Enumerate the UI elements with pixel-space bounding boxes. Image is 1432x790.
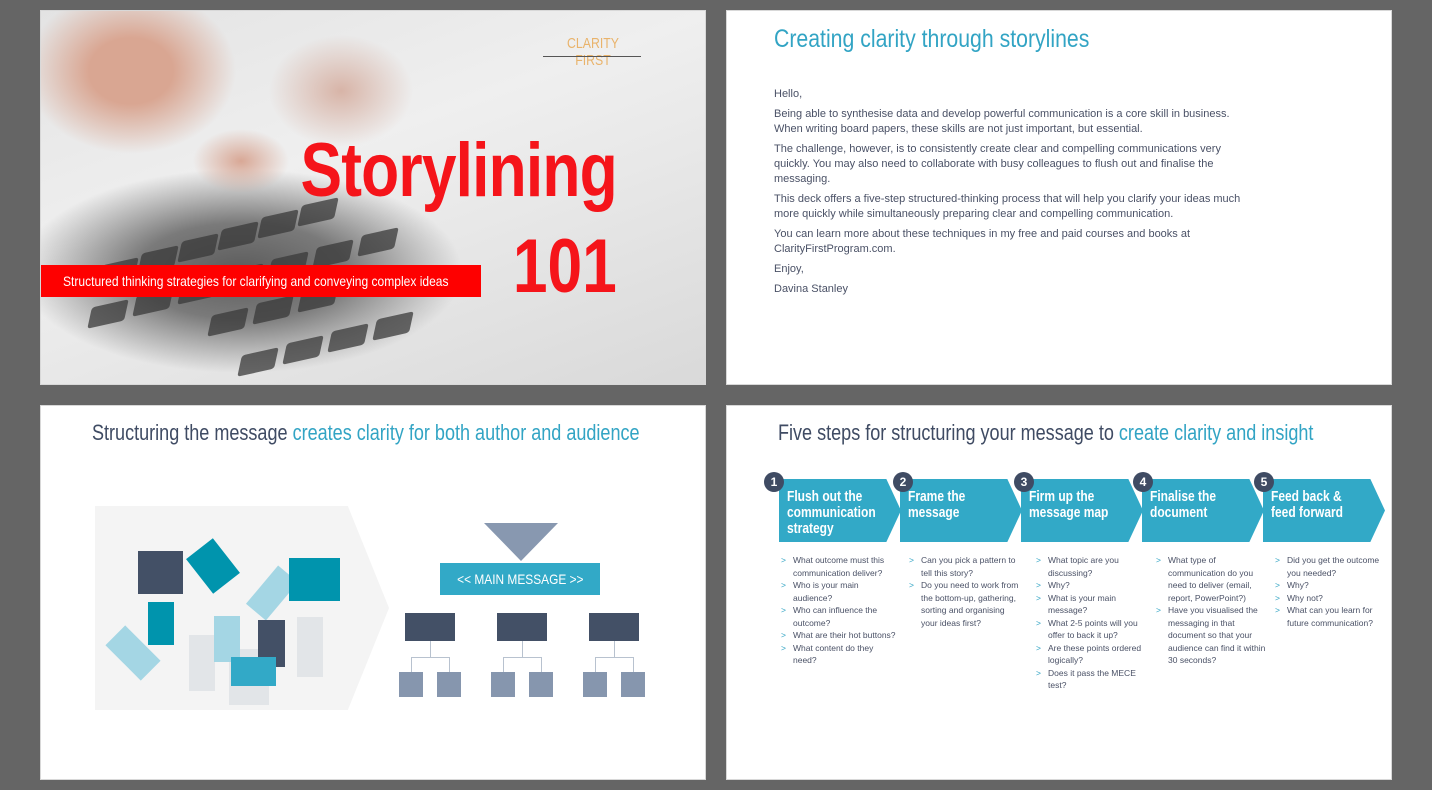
question: Why not? [1273,592,1385,605]
step-number-badge: 4 [1133,472,1153,492]
hierarchy-box [497,613,547,641]
question: Can you pick a pattern to tell this stor… [907,554,1022,579]
question: Do you need to work from the bottom-up, … [907,579,1022,629]
step-number-badge: 5 [1254,472,1274,492]
step-3-questions: What topic are you discussing? Why? What… [1034,554,1144,692]
step-label: Finalise the document [1150,488,1217,521]
question: What type of communication do you need t… [1154,554,1266,604]
scattered-box [138,551,183,594]
slide-intro[interactable]: Creating clarity through storylines Hell… [726,10,1392,385]
step-label: Feed back & feed forward [1271,488,1344,521]
question: What outcome must this communication del… [779,554,897,579]
connector [595,657,634,658]
down-triangle [484,523,558,561]
brand-logo: CLARITY FIRST [567,35,619,69]
sub-box [399,672,423,697]
question: Why? [1034,579,1144,592]
connector [522,641,523,657]
scattered-box [189,635,215,691]
paragraph: This deck offers a five-step structured-… [774,193,1241,220]
question: What are their hot buttons? [779,629,897,642]
sub-box [437,672,461,697]
main-message-box: << MAIN MESSAGE >> [440,563,600,595]
step-arrow-1: Flush out the communication strategy [779,479,901,542]
slide-structure[interactable]: Structuring the message creates clarity … [40,405,706,780]
question: What 2-5 points will you offer to back i… [1034,617,1144,642]
heading-dark: Five steps for structuring your message … [778,420,1114,445]
connector [541,657,542,672]
slide-heading: Creating clarity through storylines [774,25,1090,53]
connector [633,657,634,672]
step-number-badge: 2 [893,472,913,492]
question: What can you learn for future communicat… [1273,604,1385,629]
sub-box [583,672,607,697]
step-number-badge: 1 [764,472,784,492]
question: Did you get the outcome you needed? [1273,554,1385,579]
scattered-box [148,602,174,645]
step-label: Firm up the message map [1029,488,1109,521]
step-number-badge: 3 [1014,472,1034,492]
step-1-questions: What outcome must this communication del… [779,554,897,667]
step-4-questions: What type of communication do you need t… [1154,554,1266,667]
question: Why? [1273,579,1385,592]
paragraph: The challenge, however, is to consistent… [774,143,1221,185]
sub-box [491,672,515,697]
step-arrow-4: Finalise the document [1142,479,1264,542]
scattered-box [289,558,340,601]
main-message-label: << MAIN MESSAGE >> [456,571,584,587]
step-arrow-5: Feed back & feed forward [1263,479,1385,542]
connector [430,641,431,657]
scattered-box [231,657,276,686]
heading-accent: creates clarity for both author and audi… [292,420,640,445]
paragraph: Being able to synthesise data and develo… [774,108,1230,135]
deck-title: Storylining [300,128,618,213]
subtitle-text: Structured thinking strategies for clari… [63,273,449,289]
connector [595,657,596,672]
question: Who can influence the outcome? [779,604,897,629]
question: What is your main message? [1034,592,1144,617]
step-arrow-3: Firm up the message map [1021,479,1143,542]
step-2-questions: Can you pick a pattern to tell this stor… [907,554,1022,629]
scattered-box [297,617,323,677]
slide-heading: Structuring the message creates clarity … [92,420,640,446]
question: What topic are you discussing? [1034,554,1144,579]
slide-five-steps[interactable]: Five steps for structuring your message … [726,405,1392,780]
step-5-questions: Did you get the outcome you needed? Why?… [1273,554,1385,629]
brand-underline [543,56,641,57]
hierarchy-box [589,613,639,641]
author-name: Davina Stanley [774,283,848,295]
connector [411,657,412,672]
heading-dark: Structuring the message [92,420,288,445]
connector [614,641,615,657]
step-label: Frame the message [908,488,966,521]
question: What content do they need? [779,642,897,667]
sub-box [621,672,645,697]
question: Does it pass the MECE test? [1034,667,1144,692]
question: Who is your main audience? [779,579,897,604]
sign-off: Enjoy, [774,263,804,275]
subtitle-banner: Structured thinking strategies for clari… [41,265,481,297]
intro-letter: Hello, Being able to synthesise data and… [774,87,1254,302]
connector [503,657,542,658]
connector [503,657,504,672]
question: Have you visualised the messaging in tha… [1154,604,1266,667]
question: Are these points ordered logically? [1034,642,1144,667]
connector [449,657,450,672]
greeting: Hello, [774,88,803,100]
deck-title-number: 101 [513,224,617,309]
step-label: Flush out the communication strategy [787,488,876,537]
scattered-box [214,616,240,662]
sub-box [529,672,553,697]
paragraph: You can learn more about these technique… [774,228,1191,255]
hierarchy-box [405,613,455,641]
slide-title[interactable]: CLARITY FIRST Storylining 101 Structured… [40,10,706,385]
slide-heading: Five steps for structuring your message … [778,420,1313,446]
heading-accent: create clarity and insight [1118,420,1314,445]
connector [411,657,450,658]
step-arrow-2: Frame the message [900,479,1022,542]
